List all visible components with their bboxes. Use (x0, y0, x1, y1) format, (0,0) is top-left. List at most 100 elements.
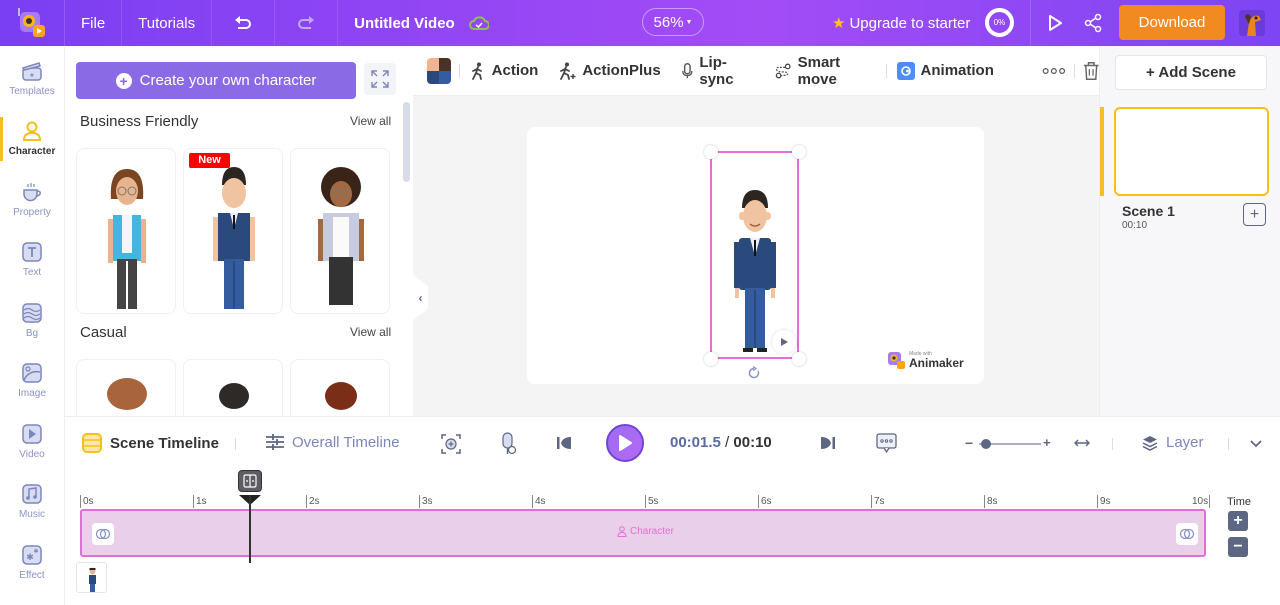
track-start-transition[interactable] (92, 523, 114, 545)
view-all-link[interactable]: View all (350, 325, 391, 339)
expand-icon (371, 70, 389, 88)
file-menu[interactable]: File (65, 0, 123, 46)
focus-add-icon[interactable] (441, 434, 461, 454)
color-swatch-button[interactable] (427, 57, 451, 84)
divider (885, 63, 887, 78)
share-icon[interactable] (1084, 13, 1102, 33)
add-after-scene-button[interactable]: + (1243, 203, 1266, 226)
sidebar-item-bg[interactable]: Bg (0, 290, 64, 351)
time-zoom-in-button[interactable]: + (1228, 511, 1248, 531)
playhead[interactable] (237, 470, 262, 563)
smart-move-button[interactable]: Smart move (775, 54, 875, 88)
zoom-out-icon: − (965, 435, 974, 451)
resize-handle[interactable] (704, 145, 718, 159)
rotate-icon[interactable] (747, 366, 761, 380)
resize-handle[interactable] (704, 352, 718, 366)
tab-overall-timeline[interactable]: Overall Timeline (265, 433, 400, 451)
sidebar-item-text[interactable]: Text (0, 230, 64, 291)
skip-forward-icon[interactable] (820, 436, 836, 450)
video-title[interactable]: Untitled Video (338, 15, 469, 32)
action-button[interactable]: Action (470, 62, 538, 80)
character-card[interactable] (76, 148, 176, 314)
slider-thumb[interactable] (981, 439, 992, 449)
ruler-tick: 5s (645, 495, 659, 508)
ruler-tick: 10s (1192, 495, 1211, 508)
divider (1228, 438, 1229, 450)
animation-button[interactable]: Animation (896, 61, 994, 80)
preview-play-icon[interactable] (1047, 14, 1063, 32)
character-thumbnail (107, 378, 147, 410)
sidebar-label: Property (13, 206, 51, 218)
transition-icon (1179, 528, 1195, 540)
image-icon (22, 363, 42, 383)
download-button[interactable]: Download (1119, 5, 1225, 40)
watermark-brand: Animaker (909, 355, 964, 370)
sidebar-item-video[interactable]: Video (0, 411, 64, 472)
actionplus-label: ActionPlus (582, 62, 661, 79)
scene-name[interactable]: Scene 1 (1122, 203, 1175, 219)
sidebar-label: Character (8, 146, 56, 158)
ruler-tick: 8s (984, 495, 998, 508)
track-character-thumbnail[interactable] (76, 562, 107, 593)
sidebar-item-music[interactable]: Music (0, 472, 64, 533)
animaker-logo[interactable] (0, 0, 65, 46)
sidebar-item-templates[interactable]: ★ Templates (0, 48, 64, 109)
fit-width-icon[interactable] (1074, 438, 1090, 448)
upgrade-button[interactable]: ★ Upgrade to starter (832, 0, 970, 46)
create-character-button[interactable]: + Create your own character (76, 62, 356, 99)
character-panel: + Create your own character Business Frie… (65, 46, 413, 416)
subtitle-icon[interactable] (876, 433, 897, 454)
tutorials-menu[interactable]: Tutorials (122, 0, 213, 46)
animation-icon (896, 61, 915, 80)
resize-handle[interactable] (792, 145, 806, 159)
star-icon: ★ (832, 15, 846, 32)
animaker-watermark: Made with Animaker (886, 348, 966, 372)
character-card[interactable] (290, 148, 390, 314)
ruler-tick: 7s (871, 495, 885, 508)
playhead-handle[interactable] (237, 470, 262, 492)
timeline-zoom-slider[interactable]: − + (965, 435, 1053, 451)
lipsync-button[interactable]: Lip-sync (681, 54, 756, 88)
divider (458, 63, 460, 78)
view-all-link[interactable]: View all (350, 114, 391, 128)
add-scene-button[interactable]: + Add Scene (1115, 55, 1267, 90)
selection-box[interactable] (710, 151, 799, 359)
scene-thumbnail[interactable] (1114, 107, 1269, 196)
play-animation-button[interactable] (772, 330, 796, 354)
sidebar-item-image[interactable]: Image (0, 351, 64, 412)
play-button[interactable] (606, 424, 644, 462)
ruler-tick: 0s (80, 495, 94, 508)
character-card[interactable] (183, 148, 283, 314)
user-avatar[interactable] (1239, 10, 1265, 36)
transition-icon (95, 528, 111, 540)
skip-back-icon[interactable] (556, 436, 572, 450)
actionplus-button[interactable]: ActionPlus (558, 62, 661, 80)
layer-button[interactable]: Layer (1142, 434, 1204, 451)
redo-button[interactable] (275, 0, 339, 46)
resize-handle[interactable] (792, 352, 806, 366)
sidebar-item-property[interactable]: Property (0, 169, 64, 230)
voice-record-icon[interactable] (499, 432, 517, 456)
time-separator: / (720, 434, 734, 451)
plus-icon: + (115, 72, 132, 89)
divider (1073, 63, 1075, 78)
expand-panel-button[interactable] (364, 63, 396, 95)
track-end-transition[interactable] (1176, 523, 1198, 545)
more-options-icon[interactable] (1042, 67, 1066, 75)
character-card[interactable] (290, 359, 390, 416)
undo-button[interactable] (212, 0, 276, 46)
play-icon (781, 338, 788, 346)
music-icon (22, 484, 42, 504)
sidebar-item-character[interactable]: Character (0, 109, 64, 170)
svg-text:★: ★ (29, 72, 34, 79)
sidebar-item-effect[interactable]: ✱ ✱ Effect (0, 532, 64, 593)
character-card[interactable] (76, 359, 176, 416)
ruler-tick: 6s (758, 495, 772, 508)
zoom-dropdown[interactable]: 56% ▼ (642, 8, 704, 36)
chevron-down-icon[interactable] (1250, 440, 1262, 448)
tab-scene-timeline[interactable]: Scene Timeline (82, 433, 219, 453)
delete-icon[interactable] (1083, 61, 1099, 81)
panel-scrollbar[interactable] (403, 102, 410, 182)
character-card[interactable] (183, 359, 283, 416)
time-zoom-out-button[interactable]: − (1228, 537, 1248, 557)
